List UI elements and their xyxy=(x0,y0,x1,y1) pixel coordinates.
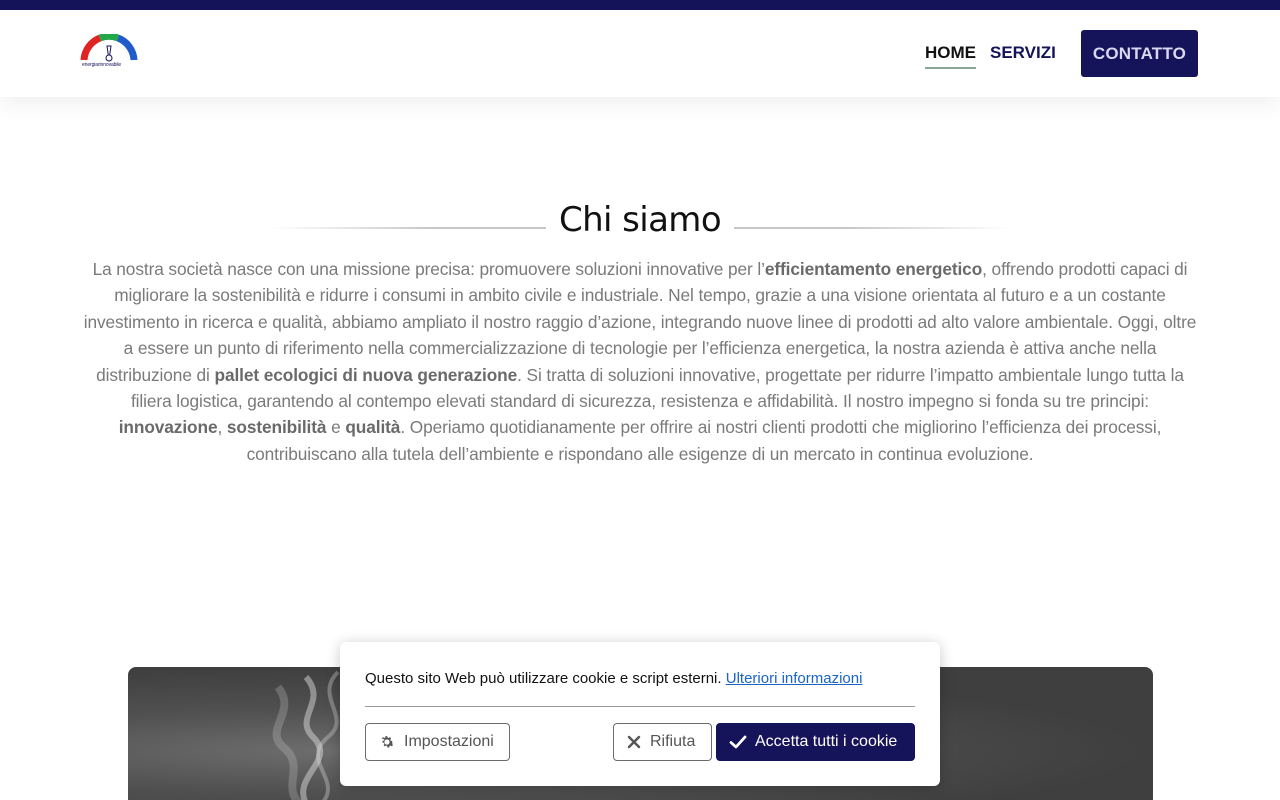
about-bold-text: innovazione xyxy=(118,417,218,438)
cookie-more-info-link[interactable]: Ulteriori informazioni xyxy=(726,670,863,687)
about-text: , xyxy=(217,417,227,438)
cookie-message: Questo sito Web può utilizzare cookie e … xyxy=(365,670,862,687)
cookie-accept-label: Accetta tutti i cookie xyxy=(755,733,898,750)
about-paragraph: La nostra società nasce con una missione… xyxy=(80,256,1200,467)
cookie-divider xyxy=(365,706,915,707)
about-bold-text: sostenibilità xyxy=(226,417,327,438)
cookie-accept-all-button[interactable]: Accetta tutti i cookie xyxy=(716,723,915,761)
cookie-message-text: Questo sito Web può utilizzare cookie e … xyxy=(365,670,722,687)
gauge-logo-icon xyxy=(80,32,138,62)
cookie-settings-label: Impostazioni xyxy=(404,733,494,750)
cookie-reject-label: Rifiuta xyxy=(650,733,696,750)
nav-servizi-link[interactable]: SERVIZI xyxy=(990,43,1056,63)
about-bold-text: qualità xyxy=(345,417,401,438)
cookie-banner: Questo sito Web può utilizzare cookie e … xyxy=(340,642,940,786)
about-text: e xyxy=(326,417,346,438)
about-text: La nostra società nasce con una missione… xyxy=(92,259,765,279)
cookie-settings-button[interactable]: Impostazioni xyxy=(365,723,510,761)
section-heading: Chi siamo xyxy=(270,200,1010,248)
about-bold-text: pallet ecologici di nuova generazione xyxy=(214,364,518,385)
heading-divider-right xyxy=(734,227,1010,229)
contatto-button[interactable]: CONTATTO xyxy=(1081,30,1198,77)
page-title: Chi siamo xyxy=(558,200,722,240)
nav-home-link[interactable]: HOME xyxy=(925,43,976,69)
site-logo[interactable]: energiarinnovabile xyxy=(80,32,138,74)
close-icon xyxy=(627,735,641,749)
logo-text: energiarinnovabile xyxy=(82,62,122,68)
top-accent-bar xyxy=(0,0,1280,10)
check-icon xyxy=(729,735,747,749)
heading-divider-left xyxy=(270,227,546,229)
site-header: energiarinnovabile HOME SERVIZI CONTATTO xyxy=(0,10,1280,97)
about-bold-text: efficientamento energetico xyxy=(764,259,983,279)
gear-icon xyxy=(381,736,395,748)
cookie-reject-button[interactable]: Rifiuta xyxy=(613,723,712,761)
